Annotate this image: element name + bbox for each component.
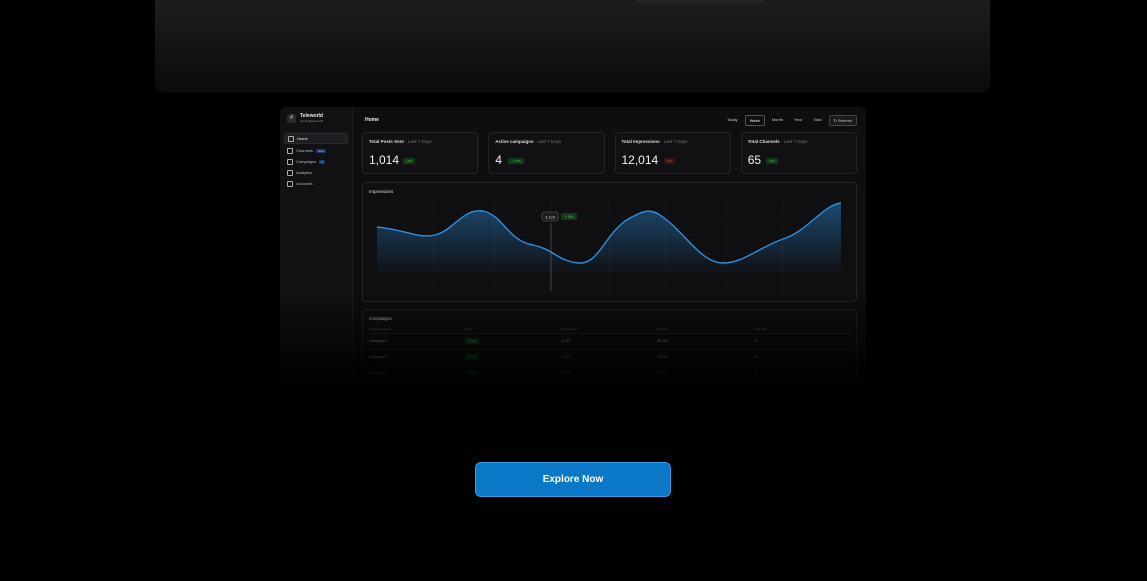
sidebar-item-label: Channels: [296, 148, 313, 153]
brand: # Teleworld admin@teleworld: [287, 113, 323, 123]
home-icon: [288, 135, 294, 142]
stat-value: 65: [747, 153, 762, 167]
tooltip-delta: + 3%: [565, 215, 573, 219]
status-badge: Active: [465, 370, 480, 376]
send-icon: [287, 147, 293, 154]
campaign-impressions: 3,213: [561, 339, 571, 343]
logo-icon: #: [287, 113, 296, 123]
range-today[interactable]: Today: [723, 115, 742, 126]
campaign-budget: $1,000: [657, 371, 669, 375]
stat-delta: + 1.5%: [508, 158, 524, 164]
status-badge: Active: [465, 354, 480, 360]
sidebar-item-channels[interactable]: Channels New: [284, 146, 348, 155]
campaign-name: Campaign 1: [369, 339, 388, 343]
stat-card-channels: Total Channels · Last 7 Days 65 +2%: [740, 132, 857, 174]
stat-card-impressions: Total Impressions · Last 7 Days 12,014 -…: [614, 132, 731, 174]
sidebar-item-label: Home: [297, 136, 308, 141]
campaign-budget: $1,000: [657, 355, 669, 359]
status-badge: Active: [465, 338, 480, 344]
chart-icon: [287, 169, 293, 176]
campaigns-badge: 3: [319, 159, 325, 164]
stat-delta: +2%: [765, 158, 778, 164]
range-week[interactable]: Week: [744, 115, 765, 126]
campaigns-card: Campaigns Campaign Name Status Impressio…: [362, 309, 857, 402]
sidebar-item-home[interactable]: Home: [284, 133, 348, 144]
campaign-name: Campaign 3: [369, 371, 388, 375]
stat-value: 12,014: [621, 153, 659, 167]
impressions-chart: 3,123 + 3%: [376, 201, 842, 291]
stat-period: · Last 7 Days: [780, 139, 808, 144]
column-header: Budget: [657, 327, 668, 331]
campaign-channels: 12: [753, 339, 758, 343]
column-header: Campaign Name: [369, 327, 392, 331]
stat-delta: +3%: [403, 158, 416, 164]
sidebar-item-campaigns[interactable]: Campaigns 3: [284, 157, 348, 166]
range-year[interactable]: Year: [790, 115, 806, 126]
users-icon: [287, 180, 293, 187]
impressions-card: Impressions 3,123 + 3%: [362, 182, 857, 302]
stat-label: Active campaigns: [495, 139, 534, 144]
stat-delta: -2%: [663, 158, 675, 164]
column-header: Channels: [753, 327, 767, 331]
table-row[interactable]: Campaign 3 Active 3,213 $1,000 15: [369, 366, 850, 381]
stat-period: · Last 7 Days: [534, 139, 562, 144]
campaigns-title: Campaigns: [369, 316, 392, 321]
range-month[interactable]: Month: [768, 115, 787, 126]
column-header: Impressions: [561, 327, 578, 331]
column-header: Status: [465, 327, 474, 331]
table-row[interactable]: Campaign 1 Active 3,213 $1,000 12: [369, 334, 850, 349]
stat-label: Total Channels: [747, 139, 780, 144]
stat-value: 4: [495, 153, 502, 167]
stat-period: · Last 7 Days: [405, 139, 432, 144]
sidebar-item-label: Analytics: [296, 170, 313, 175]
stat-value: 1,014: [369, 153, 400, 167]
campaign-name: Campaign 2: [369, 355, 388, 359]
campaign-impressions: 3,213: [561, 371, 571, 375]
range-selector: Today Week Month Year Total ↻ Refresh: [723, 115, 857, 126]
stat-label: Total Posts Sent: [369, 139, 404, 144]
top-hero-panel: [155, 0, 990, 93]
main-content: Home Today Week Month Year Total ↻ Refre…: [362, 107, 866, 402]
sidebar-item-label: Campaigns: [296, 159, 317, 164]
sidebar-item-label: Accounts: [296, 181, 313, 186]
stat-card-posts: Total Posts Sent · Last 7 Days 1,014 +3%: [362, 132, 479, 174]
refresh-button[interactable]: ↻ Refresh: [828, 115, 857, 126]
sidebar-item-analytics[interactable]: Analytics: [284, 168, 348, 177]
page-title: Home: [365, 117, 379, 123]
megaphone-icon: [287, 158, 293, 165]
tooltip-value: 3,123: [545, 215, 556, 220]
brand-subtitle: admin@teleworld: [300, 119, 324, 123]
campaign-impressions: 3,213: [561, 355, 571, 359]
sidebar-item-accounts[interactable]: Accounts: [284, 179, 348, 188]
range-total[interactable]: Total: [809, 115, 825, 126]
explore-now-button[interactable]: Explore Now: [475, 462, 671, 497]
campaign-budget: $1,000: [657, 339, 669, 343]
sidebar-nav: Home Channels New Campaigns 3 Analytics …: [284, 133, 348, 190]
table-row[interactable]: Campaign 2 Active 3,213 $1,000 15: [369, 350, 850, 365]
campaign-channels: 15: [753, 371, 758, 375]
stat-card-campaigns: Active campaigns · Last 7 Days 4 + 1.5%: [488, 132, 605, 174]
stat-period: · Last 7 Days: [660, 139, 688, 144]
dashboard-preview: # Teleworld admin@teleworld Home Channel…: [280, 107, 866, 402]
campaigns-header: Campaign Name Status Impressions Budget …: [369, 327, 850, 334]
channels-badge: New: [315, 148, 326, 153]
sidebar: # Teleworld admin@teleworld Home Channel…: [280, 107, 353, 402]
stats-row: Total Posts Sent · Last 7 Days 1,014 +3%…: [362, 132, 857, 174]
stat-label: Total Impressions: [621, 139, 660, 144]
campaign-channels: 15: [753, 355, 758, 359]
